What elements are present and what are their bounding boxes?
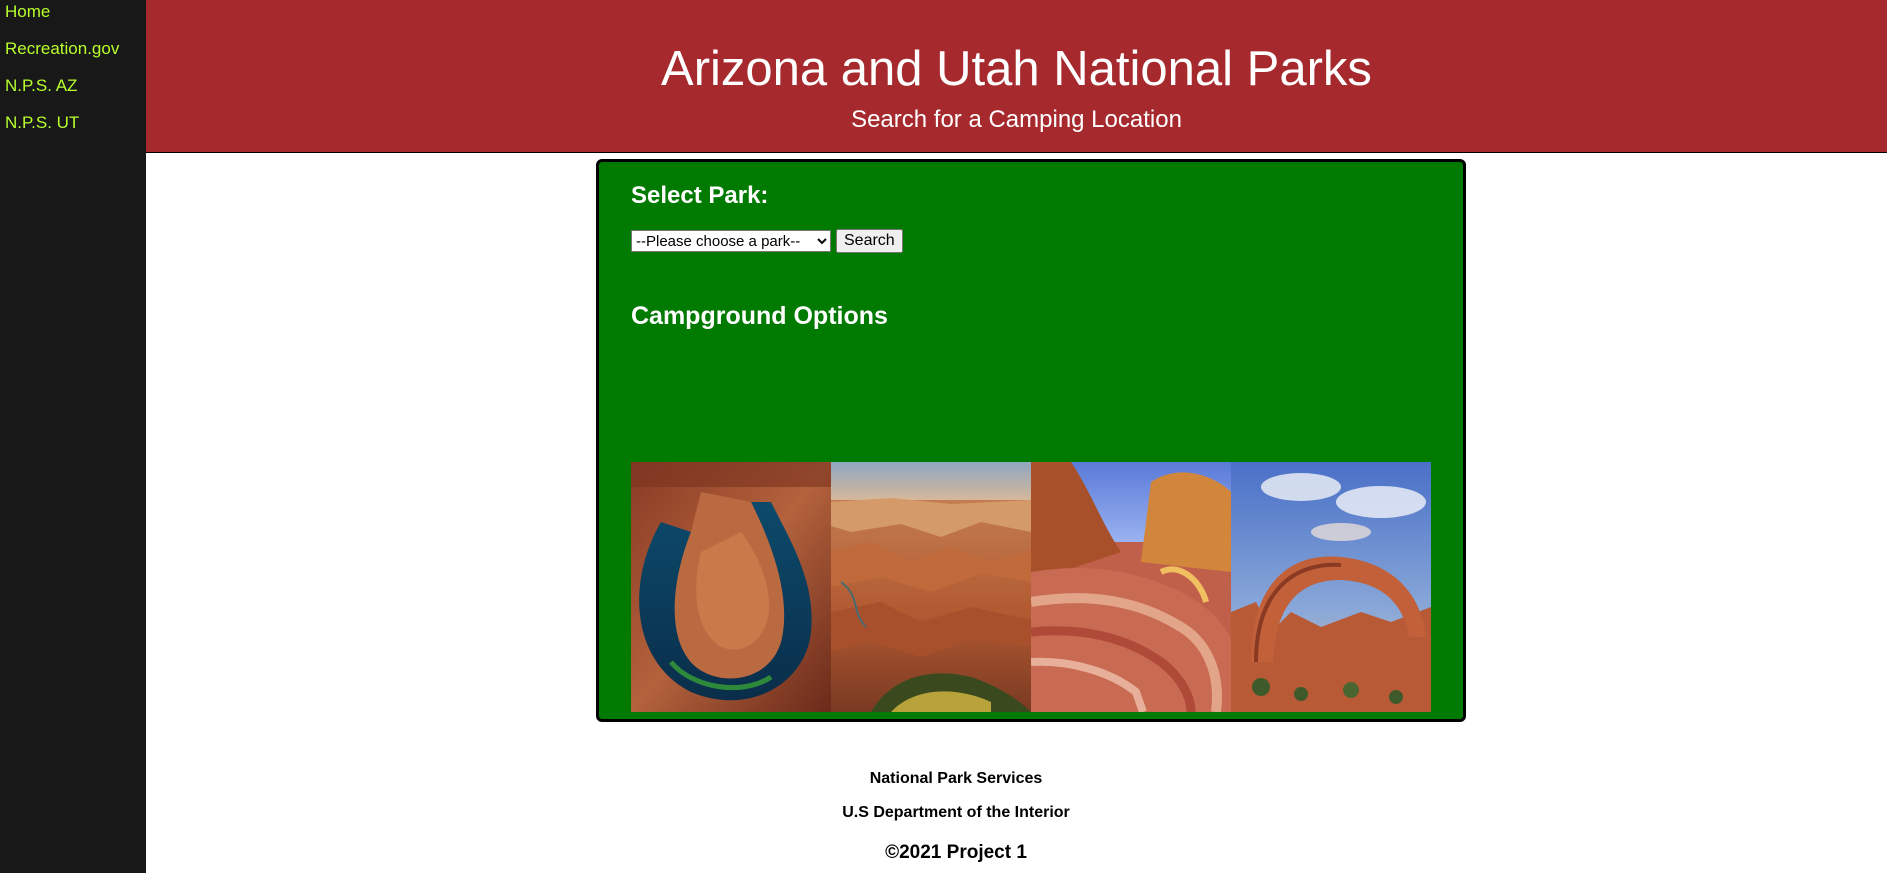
search-controls: --Please choose a park-- Search xyxy=(631,229,903,253)
footer-copyright: ©2021 Project 1 xyxy=(885,842,1027,863)
park-photo-gallery xyxy=(631,462,1431,712)
nav-link-recreation-gov[interactable]: Recreation.gov xyxy=(0,37,146,72)
campground-options-heading: Campground Options xyxy=(631,302,888,330)
sidebar-nav: Home Recreation.gov N.P.S. AZ N.P.S. UT xyxy=(0,0,146,873)
nav-link-nps-az[interactable]: N.P.S. AZ xyxy=(0,74,146,109)
park-select[interactable]: --Please choose a park-- xyxy=(631,230,831,252)
select-park-heading: Select Park: xyxy=(631,182,769,209)
natural-arch-photo xyxy=(1231,462,1431,712)
the-wave-photo xyxy=(1031,462,1231,712)
search-button[interactable]: Search xyxy=(836,229,903,253)
nav-link-home[interactable]: Home xyxy=(0,0,146,35)
page-title: Arizona and Utah National Parks xyxy=(661,42,1372,96)
page-subtitle: Search for a Camping Location xyxy=(851,106,1182,133)
grand-canyon-photo xyxy=(831,462,1031,712)
horseshoe-bend-photo xyxy=(631,462,831,712)
nav-link-nps-ut[interactable]: N.P.S. UT xyxy=(0,111,146,146)
footer-agency: National Park Services xyxy=(869,770,1043,787)
search-panel: Select Park: --Please choose a park-- Se… xyxy=(596,159,1466,722)
footer-department: U.S Department of the Interior xyxy=(842,804,1070,821)
page-header: Arizona and Utah National Parks Search f… xyxy=(146,0,1887,153)
